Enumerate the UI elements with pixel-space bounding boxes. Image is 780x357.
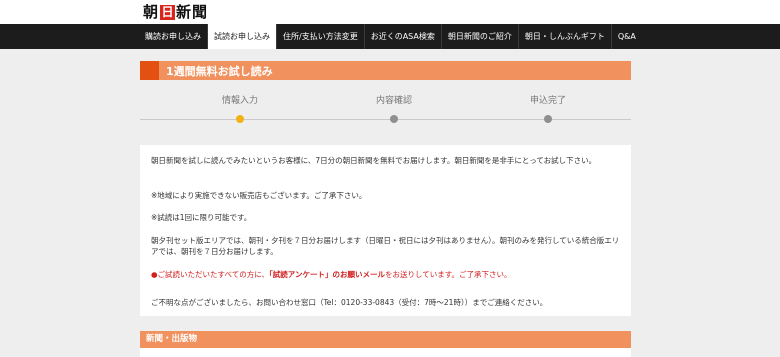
step-label: 情報入力 (221, 96, 258, 106)
site-header: 朝 日 新聞 (0, 0, 780, 24)
intro-text: 朝日新聞を試しに読んでみたいというお客様に、7日分の朝日新聞を無料でお届けします… (151, 156, 597, 165)
contact-info: ご不明な点がございましたら、お問い合わせ窓口（Tel：0120-33-0843（… (151, 298, 548, 307)
step-input: 情報入力 (190, 95, 290, 123)
logo-text-post: 新聞 (176, 3, 209, 21)
logo-sun-mark: 日 (160, 5, 176, 20)
survey-notice: ●ご試読いただいたすべての方に、「試読アンケート」のお願いメールをお送りしていま… (151, 269, 511, 280)
nav-address-payment-change[interactable]: 住所/支払い方法変更 (277, 24, 365, 49)
logo-text-pre: 朝 (143, 3, 160, 21)
page-title: 1週間無料お試し読み (166, 64, 273, 78)
step-dot (544, 115, 552, 123)
nav-qa[interactable]: Q&A (612, 24, 642, 49)
page-title-bar: 1週間無料お試し読み (140, 61, 631, 80)
progress-steps: 情報入力 内容確認 申込完了 (140, 95, 631, 129)
nav-about[interactable]: 朝日新聞のご紹介 (442, 24, 519, 49)
survey-notice-bold: 「試読アンケート」のお願いメール (269, 270, 385, 279)
section-header-publications: 新聞・出版物 (140, 331, 631, 348)
step-dot-current (236, 115, 244, 123)
nav-gift[interactable]: 朝日・しんぶんギフト (519, 24, 612, 49)
trial-info-panel: 朝日新聞を試しに読んでみたいというお客様に、7日分の朝日新聞を無料でお届けします… (140, 145, 631, 316)
step-dot (390, 115, 398, 123)
delivery-info: 朝夕刊セット版エリアでは、朝刊・夕刊を７日分お届けします（日曜日・祝日には夕刊は… (151, 236, 620, 256)
section-body (140, 348, 631, 357)
nav-subscribe[interactable]: 購読お申し込み (139, 24, 208, 49)
step-complete: 申込完了 (498, 95, 598, 123)
title-accent-block (140, 61, 159, 80)
asahi-logo[interactable]: 朝 日 新聞 (143, 4, 208, 21)
note-region: ※地域により実施できない販売店もございます。ご了承下さい。 (151, 191, 367, 200)
step-confirm: 内容確認 (344, 95, 444, 123)
nav-trial[interactable]: 試読お申し込み (208, 24, 277, 49)
nav-asa-search[interactable]: お近くのASA検索 (365, 24, 442, 49)
section-title: 新聞・出版物 (146, 334, 198, 344)
main-nav: 購読お申し込み 試読お申し込み 住所/支払い方法変更 お近くのASA検索 朝日新… (0, 24, 780, 49)
step-label: 内容確認 (375, 96, 412, 106)
note-once: ※試読は1回に限り可能です。 (151, 213, 252, 222)
survey-notice-pre: ●ご試読いただいたすべての方に、 (151, 270, 269, 279)
survey-notice-post: をお送りしています。ご了承下さい。 (384, 270, 512, 279)
step-label: 申込完了 (529, 96, 566, 106)
